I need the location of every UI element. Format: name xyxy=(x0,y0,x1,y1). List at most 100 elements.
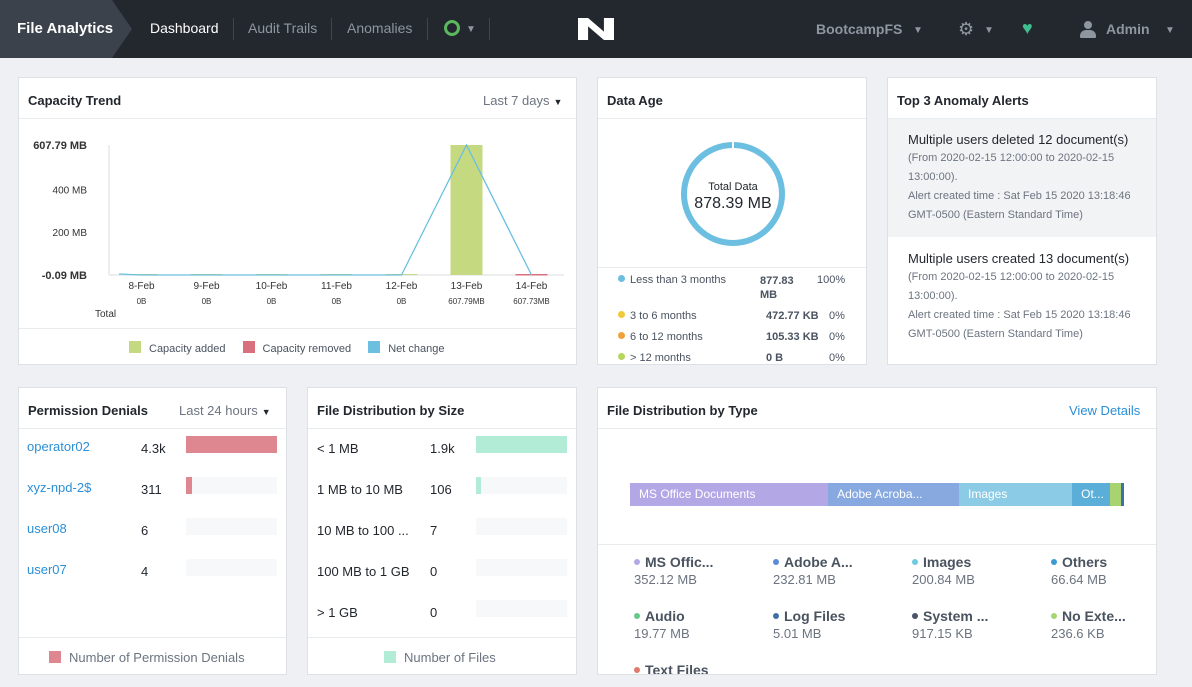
alert-text: Multiple users created 13 document(s) xyxy=(908,251,1130,266)
type-bar-segment[interactable]: Adobe Acroba... xyxy=(828,483,959,506)
type-legend-value: 917.15 KB xyxy=(912,626,973,641)
chevron-down-icon[interactable]: ▼ xyxy=(1165,25,1175,36)
user-link[interactable]: user08 xyxy=(27,521,67,536)
user-menu[interactable]: Admin xyxy=(1106,21,1150,37)
view-details-link[interactable]: View Details xyxy=(1069,403,1140,418)
size-bucket-label: 100 MB to 1 GB xyxy=(317,564,410,579)
data-age-donut xyxy=(681,142,785,246)
denial-bar-fill xyxy=(186,436,277,453)
health-heart-icon[interactable]: ♥ xyxy=(1022,19,1033,37)
health-status-icon[interactable] xyxy=(444,20,460,36)
age-pct: 100% xyxy=(817,274,846,286)
x-tick-label: 14-Feb xyxy=(516,281,548,292)
chart-legend: Capacity added Capacity removed Net chan… xyxy=(129,341,445,355)
size-legend: Number of Files xyxy=(384,650,496,665)
x-tick-label: 11-Feb xyxy=(321,281,352,292)
user-link[interactable]: operator02 xyxy=(27,439,90,454)
type-legend-label[interactable]: Others xyxy=(1051,554,1107,570)
size-bucket-count: 1.9k xyxy=(430,441,455,456)
legend-item-capacity-added[interactable]: Capacity added xyxy=(129,341,225,355)
chevron-down-icon[interactable]: ▼ xyxy=(466,24,476,35)
anomaly-alert-item[interactable]: Multiple users created 13 document(s) (F… xyxy=(888,238,1156,364)
denial-count: 6 xyxy=(141,523,149,538)
nav-tab-anomalies[interactable]: Anomalies xyxy=(347,20,412,36)
size-bar xyxy=(476,518,567,535)
size-bucket-count: 0 xyxy=(430,605,438,620)
legend-item-capacity-removed[interactable]: Capacity removed xyxy=(242,341,351,355)
size-bucket-label: > 1 GB xyxy=(317,605,358,620)
panel-title: File Distribution by Size xyxy=(317,403,465,418)
panel-divider xyxy=(308,637,576,638)
size-bar-fill xyxy=(476,436,567,453)
type-bar-segment[interactable]: MS Office Documents xyxy=(630,483,829,506)
size-bar xyxy=(476,477,567,494)
user-icon[interactable] xyxy=(1080,21,1096,38)
panel-divider xyxy=(598,267,866,268)
type-legend-label[interactable]: No Exte... xyxy=(1051,608,1126,624)
type-legend-label[interactable]: Text Files xyxy=(634,662,709,674)
type-legend-label[interactable]: Adobe A... xyxy=(773,554,853,570)
type-bar-segment[interactable] xyxy=(1121,483,1124,506)
y-tick-label: -0.09 MB xyxy=(42,270,87,282)
type-legend-label[interactable]: Log Files xyxy=(773,608,845,624)
type-legend-label[interactable]: MS Offic... xyxy=(634,554,713,570)
total-row-label: Total xyxy=(95,309,117,320)
nav-divider xyxy=(489,18,490,40)
nav-tab-audit-trails[interactable]: Audit Trails xyxy=(248,20,317,36)
app-brand[interactable]: File Analytics xyxy=(0,0,132,58)
denial-count: 4 xyxy=(141,564,149,579)
age-row: 3 to 6 months xyxy=(618,310,697,322)
nutanix-logo xyxy=(578,18,614,40)
size-bar-fill xyxy=(476,477,482,494)
nav-tab-dashboard[interactable]: Dashboard xyxy=(150,20,219,36)
user-link[interactable]: user07 xyxy=(27,562,67,577)
age-row: > 12 months xyxy=(618,352,691,364)
chevron-down-icon[interactable]: ▼ xyxy=(984,25,994,36)
total-value-label: 0B xyxy=(202,297,212,306)
type-bar-segment[interactable]: Ot... xyxy=(1072,483,1110,506)
size-bar xyxy=(476,559,567,576)
chevron-down-icon[interactable]: ▼ xyxy=(913,25,923,36)
type-bar-segment[interactable]: Images xyxy=(959,483,1073,506)
donut-ring-less-than-3-months xyxy=(681,142,785,246)
total-value-label: 0B xyxy=(332,297,342,306)
x-tick-label: 10-Feb xyxy=(256,281,288,292)
capacity-trend-panel: Capacity Trend Last 7 days ▼ 607.79 MB 400… xyxy=(18,77,577,365)
alert-text: Multiple users deleted 12 document(s) xyxy=(908,132,1129,147)
alert-range: (From 2020-02-15 12:00:00 to 2020-02-15 … xyxy=(908,271,1115,302)
panel-divider xyxy=(19,328,576,329)
legend-item-net-change[interactable]: Net change xyxy=(368,341,445,355)
denial-bar xyxy=(186,559,277,576)
type-legend-label[interactable]: Audio xyxy=(634,608,685,624)
size-distribution-panel: File Distribution by Size < 1 MB 1.9k 1 … xyxy=(307,387,577,675)
type-legend-value: 352.12 MB xyxy=(634,572,697,587)
gear-icon[interactable]: ⚙ xyxy=(958,20,974,38)
size-bucket-count: 106 xyxy=(430,482,452,497)
total-value-label: 0B xyxy=(137,297,147,306)
age-row: 6 to 12 months xyxy=(618,331,703,343)
alert-created: Alert created time : Sat Feb 15 2020 13:… xyxy=(908,309,1131,340)
donut-total-value: 878.39 MB xyxy=(694,195,772,212)
user-link[interactable]: xyz-npd-2$ xyxy=(27,480,91,495)
type-legend-value: 200.84 MB xyxy=(912,572,975,587)
denial-bar xyxy=(186,436,277,453)
cluster-selector[interactable]: BootcampFS xyxy=(816,21,902,37)
type-bar-segment[interactable] xyxy=(1109,483,1122,506)
age-size: 472.77 KB xyxy=(766,310,819,322)
x-tick-label: 8-Feb xyxy=(128,281,155,292)
panel-divider xyxy=(19,637,286,638)
alert-created: Alert created time : Sat Feb 15 2020 13:… xyxy=(908,190,1131,221)
permission-range-dropdown[interactable]: Last 24 hours ▼ xyxy=(179,403,271,418)
capacity-chart: 607.79 MB 400 MB 200 MB -0.09 MB 8-Feb 0B 9-Fe… xyxy=(33,140,564,306)
anomaly-alert-item[interactable]: Multiple users deleted 12 document(s) (F… xyxy=(888,119,1156,237)
type-legend-label[interactable]: Images xyxy=(912,554,971,570)
size-bar xyxy=(476,600,567,617)
data-age-panel: Data Age Total Data 878.39 MB Less than … xyxy=(597,77,867,365)
type-legend-label[interactable]: System ... xyxy=(912,608,988,624)
nav-divider xyxy=(331,18,332,40)
size-bar xyxy=(476,436,567,453)
age-pct: 0% xyxy=(829,331,845,343)
panel-divider xyxy=(598,118,866,119)
size-bucket-label: < 1 MB xyxy=(317,441,359,456)
denial-count: 4.3k xyxy=(141,441,166,456)
